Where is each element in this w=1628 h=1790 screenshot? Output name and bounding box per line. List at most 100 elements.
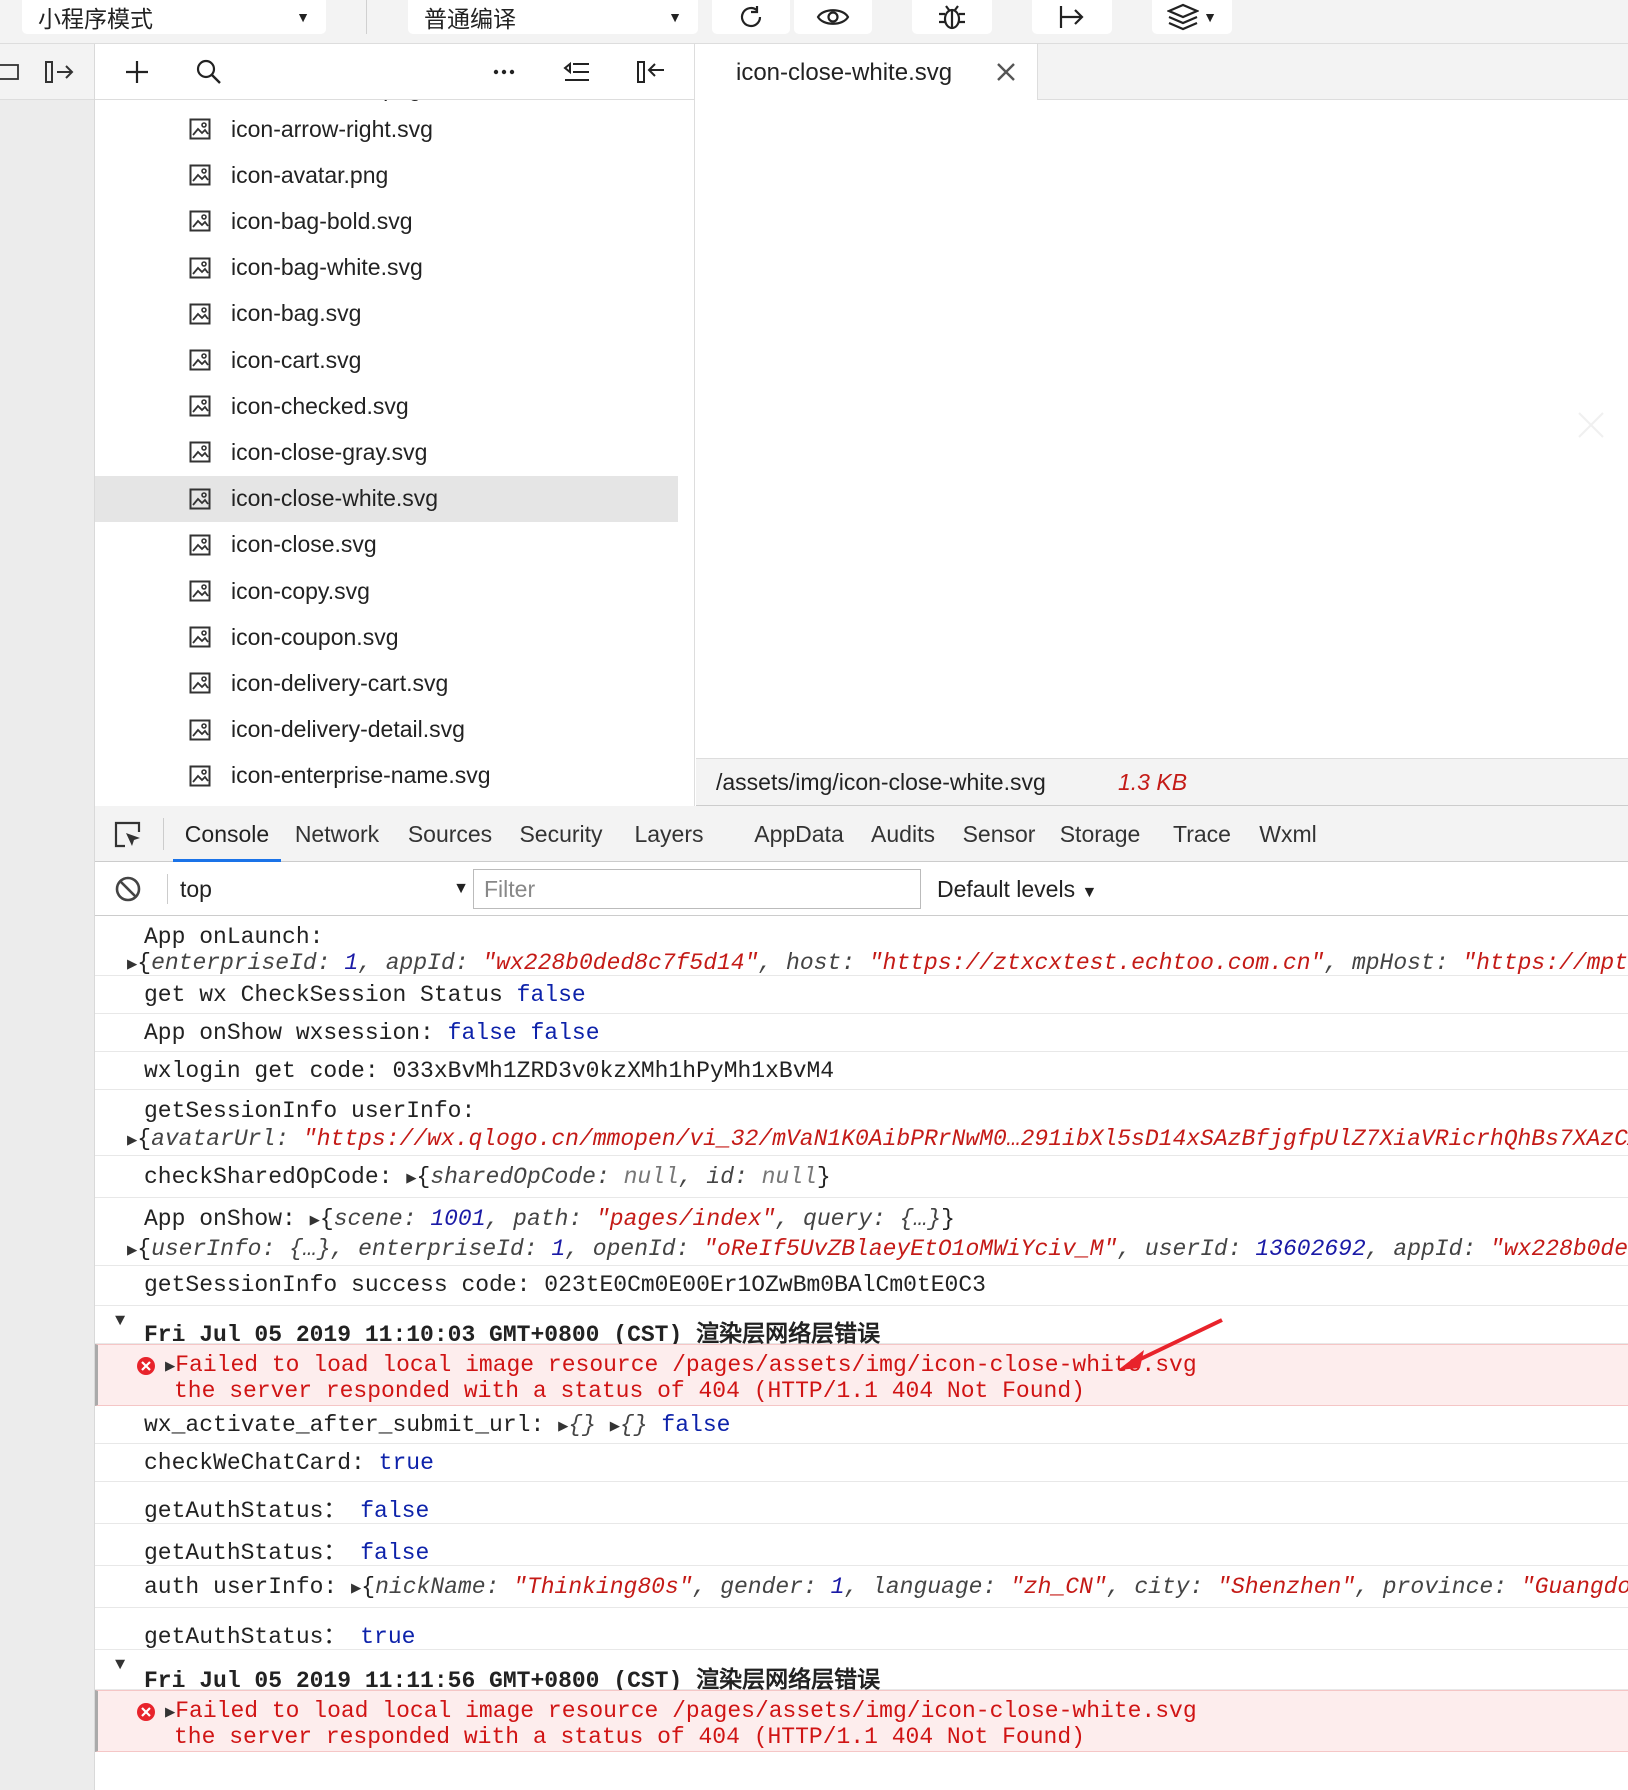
log-group-title: Fri Jul 05 2019 11:11:56 GMT+0800 (CST) … [144,1668,881,1694]
devtools-tab-console[interactable]: Console [173,806,281,862]
log-levels-label: Default levels [937,876,1076,902]
expand-triangle-icon[interactable]: ▶ [558,1418,568,1437]
file-tree-item[interactable]: icon-bag-bold.svg [95,198,678,244]
image-file-icon [189,349,211,371]
preview-button[interactable] [794,0,872,34]
log-text: App onLaunch: [144,924,324,950]
file-tree-item[interactable]: icon-close.svg [95,522,678,568]
devtools-tab-sensor[interactable]: Sensor [953,806,1045,862]
log-object[interactable]: ▶{userInfo: {…}, enterpriseId: 1, openId… [127,1236,1628,1262]
collapse-triangle-icon[interactable]: ▼ [115,1312,125,1331]
top-toolbar: 小程序模式 ▼ 普通编译 ▼ ▼ [0,0,1628,44]
collapse-panel-icon[interactable] [44,58,76,86]
debug-button[interactable] [912,0,992,34]
devtools-tab-bar: Console Network Sources Security Layers AppDa… [95,806,1628,862]
file-tree-item-label: icon-close-gray.svg [231,438,428,465]
error-detail: the server responded with a status of 40… [174,1378,1085,1404]
devtools-tab-security[interactable]: Security [510,806,612,862]
expand-triangle-icon[interactable]: ▶ [165,1358,175,1377]
file-tree-item[interactable]: icon-close-white.svg [95,475,678,522]
left-activity-strip [0,44,95,1790]
image-file-icon [189,118,211,140]
file-tree-item[interactable]: icon-enterprise-name.svg [95,753,678,799]
file-tree-item[interactable]: icon-bag-white.svg [95,245,678,291]
log-text: wx_activate_after_submit_url: [144,1412,545,1438]
file-tree-item[interactable]: icon-checked.svg [95,383,678,429]
log-text: getSessionInfo success code: 023tE0Cm0E0… [144,1272,986,1298]
collapse-tree-icon [563,61,589,81]
log-value: true [360,1624,416,1650]
file-tree-item[interactable]: icon-arrow-right.svg [95,106,678,152]
file-tree: icon-arrow-left.png icon-arrow-right.svg i… [95,100,695,806]
clear-console-icon[interactable] [113,874,143,904]
devtools-tab-appdata[interactable]: AppData [744,806,854,862]
collapse-triangle-icon[interactable]: ▼ [115,1656,125,1675]
file-tree-item[interactable]: icon-bag.svg [95,291,678,337]
expand-triangle-icon: ▶ [127,1132,138,1151]
remote-debug-button[interactable] [1032,0,1112,34]
devtools-tab-layers[interactable]: Layers [619,806,719,862]
editor-tab-active[interactable]: icon-close-white.svg [696,44,1038,101]
file-tree-item[interactable]: icon-coupon.svg [95,614,678,660]
remote-debug-icon [1059,6,1084,28]
log-text: App onShow: [144,1206,296,1232]
expand-triangle-icon[interactable]: ▶ [165,1704,175,1723]
file-tree-item[interactable]: icon-delivery-cart.svg [95,660,678,706]
layers-button[interactable]: ▼ [1152,0,1232,34]
window-icon[interactable] [0,62,20,82]
expand-triangle-icon[interactable]: ▶ [351,1580,361,1599]
console-toolbar: top ▼ Default levels ▼ [95,862,1628,916]
log-object[interactable]: ▶{avatarUrl: "https://wx.qlogo.cn/mmopen… [127,1126,1628,1152]
file-tree-item[interactable]: icon-copy.svg [95,568,678,614]
image-file-icon [189,719,211,741]
log-entry: checkWeChatCard: true [95,1444,1628,1482]
white-close-icon-preview [1578,412,1604,438]
refresh-button[interactable] [712,0,790,34]
log-entry: getAuthStatus： false [95,1482,1628,1524]
compile-dropdown[interactable]: 普通编译 ▼ [408,0,698,34]
file-tree-item[interactable]: icon-cart.svg [95,337,678,383]
log-text: getAuthStatus： [144,1540,347,1566]
context-selector[interactable]: top ▼ [167,874,487,904]
chevron-down-icon: ▼ [1081,884,1098,901]
log-text: checkSharedOpCode: [144,1164,393,1190]
file-tree-item[interactable]: icon-close-gray.svg [95,429,678,475]
inspect-element-icon[interactable] [113,820,143,850]
log-group-header[interactable]: ▼ Fri Jul 05 2019 11:10:03 GMT+0800 (CST… [95,1306,1628,1348]
console-filter-input[interactable] [473,869,921,909]
file-tree-item-label: icon-close-white.svg [231,485,439,512]
expand-triangle-icon: ▶ [127,1242,138,1261]
file-tree-item[interactable]: icon-avatar.png [95,152,678,198]
collapse-panel-icon [637,61,664,83]
hide-panel-button[interactable] [635,56,667,88]
file-tree-item[interactable]: icon-delivery-detail.svg [95,707,678,753]
devtools-window: 小程序模式 ▼ 普通编译 ▼ ▼ icon-arrow-right.svg ic… [0,0,1628,1790]
image-file-icon [189,580,211,602]
log-entry: App onShow wxsession: false false [95,1014,1628,1052]
devtools-tab-audits[interactable]: Audits [859,806,947,862]
log-value: false false [447,1020,600,1046]
image-file-icon [189,210,211,232]
devtools-tab-trace[interactable]: Trace [1161,806,1243,862]
log-group-header[interactable]: ▼ Fri Jul 05 2019 11:11:56 GMT+0800 (CST… [95,1650,1628,1694]
expand-triangle-icon[interactable]: ▶ [406,1170,416,1189]
debug-bug-icon [939,5,965,30]
add-file-button[interactable] [121,56,153,88]
devtools-tab-sources[interactable]: Sources [397,806,503,862]
mode-dropdown[interactable]: 小程序模式 ▼ [22,0,326,34]
devtools-tab-wxml[interactable]: Wxml [1247,806,1329,862]
search-files-button[interactable] [193,56,225,88]
expand-triangle-icon[interactable]: ▶ [310,1212,320,1231]
log-text: App onShow wxsession: [144,1020,434,1046]
collapse-all-button[interactable] [561,56,593,88]
devtools-tab-storage[interactable]: Storage [1049,806,1151,862]
more-options-button[interactable] [488,56,520,88]
log-entry: getSessionInfo userInfo: ▶{avatarUrl: "h… [95,1090,1628,1156]
expand-triangle-icon[interactable]: ▶ [610,1418,620,1437]
file-tree-item-label: icon-bag.svg [231,300,362,327]
refresh-icon [740,6,762,28]
close-icon[interactable] [993,59,1019,85]
log-object[interactable]: ▶{enterpriseId: 1, appId: "wx228b0ded8c7… [127,950,1628,976]
log-levels-dropdown[interactable]: Default levels ▼ [937,874,1097,908]
devtools-tab-network[interactable]: Network [282,806,392,862]
